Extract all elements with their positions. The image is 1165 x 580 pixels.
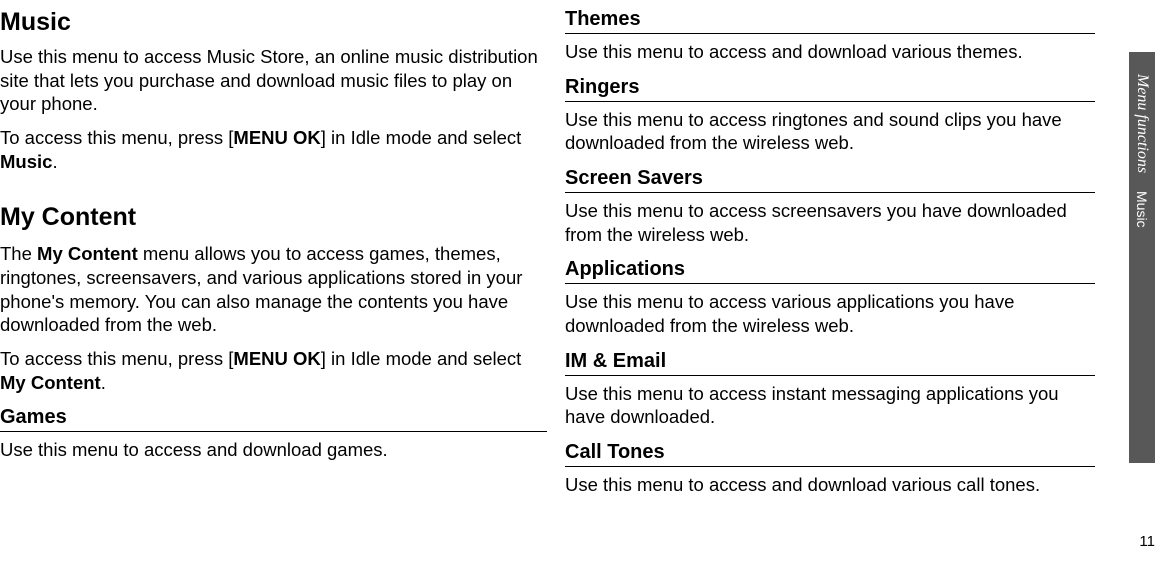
text-fragment: ] in Idle mode and select: [321, 127, 522, 148]
menu-ok-label: MENU OK: [233, 127, 320, 148]
music-body-2: To access this menu, press [MENU OK] in …: [0, 126, 547, 173]
side-tab-category: Menu functions: [1133, 74, 1151, 173]
applications-body: Use this menu to access various applicat…: [565, 290, 1095, 337]
calltones-heading: Call Tones: [565, 441, 1095, 467]
themes-body: Use this menu to access and download var…: [565, 40, 1095, 64]
ringers-heading: Ringers: [565, 76, 1095, 102]
music-heading: Music: [0, 8, 547, 37]
mycontent-label: My Content: [0, 372, 101, 393]
side-tab: Menu functions Music: [1129, 52, 1155, 463]
menu-ok-label: MENU OK: [233, 348, 320, 369]
mycontent-label: My Content: [37, 243, 138, 264]
music-label: Music: [0, 151, 52, 172]
page-number: 11: [1139, 533, 1155, 550]
text-fragment: To access this menu, press [: [0, 127, 233, 148]
screensavers-heading: Screen Savers: [565, 167, 1095, 193]
imemail-heading: IM & Email: [565, 350, 1095, 376]
imemail-body: Use this menu to access instant messagin…: [565, 382, 1095, 429]
side-tab-section: Music: [1134, 191, 1150, 228]
calltones-body: Use this menu to access and download var…: [565, 473, 1095, 497]
games-heading: Games: [0, 406, 547, 432]
right-column: Themes Use this menu to access and downl…: [565, 0, 1125, 515]
page-content: Music Use this menu to access Music Stor…: [0, 0, 1165, 515]
screensavers-body: Use this menu to access screensavers you…: [565, 199, 1095, 246]
text-fragment: ] in Idle mode and select: [321, 348, 522, 369]
text-fragment: .: [52, 151, 57, 172]
mycontent-body-1: The My Content menu allows you to access…: [0, 242, 547, 337]
ringers-body: Use this menu to access ringtones and so…: [565, 108, 1095, 155]
themes-heading: Themes: [565, 8, 1095, 34]
games-body: Use this menu to access and download gam…: [0, 438, 547, 462]
applications-heading: Applications: [565, 258, 1095, 284]
text-fragment: The: [0, 243, 37, 264]
text-fragment: .: [101, 372, 106, 393]
mycontent-body-2: To access this menu, press [MENU OK] in …: [0, 347, 547, 394]
text-fragment: To access this menu, press [: [0, 348, 233, 369]
mycontent-heading: My Content: [0, 203, 547, 232]
left-column: Music Use this menu to access Music Stor…: [0, 0, 565, 515]
music-body-1: Use this menu to access Music Store, an …: [0, 45, 547, 116]
